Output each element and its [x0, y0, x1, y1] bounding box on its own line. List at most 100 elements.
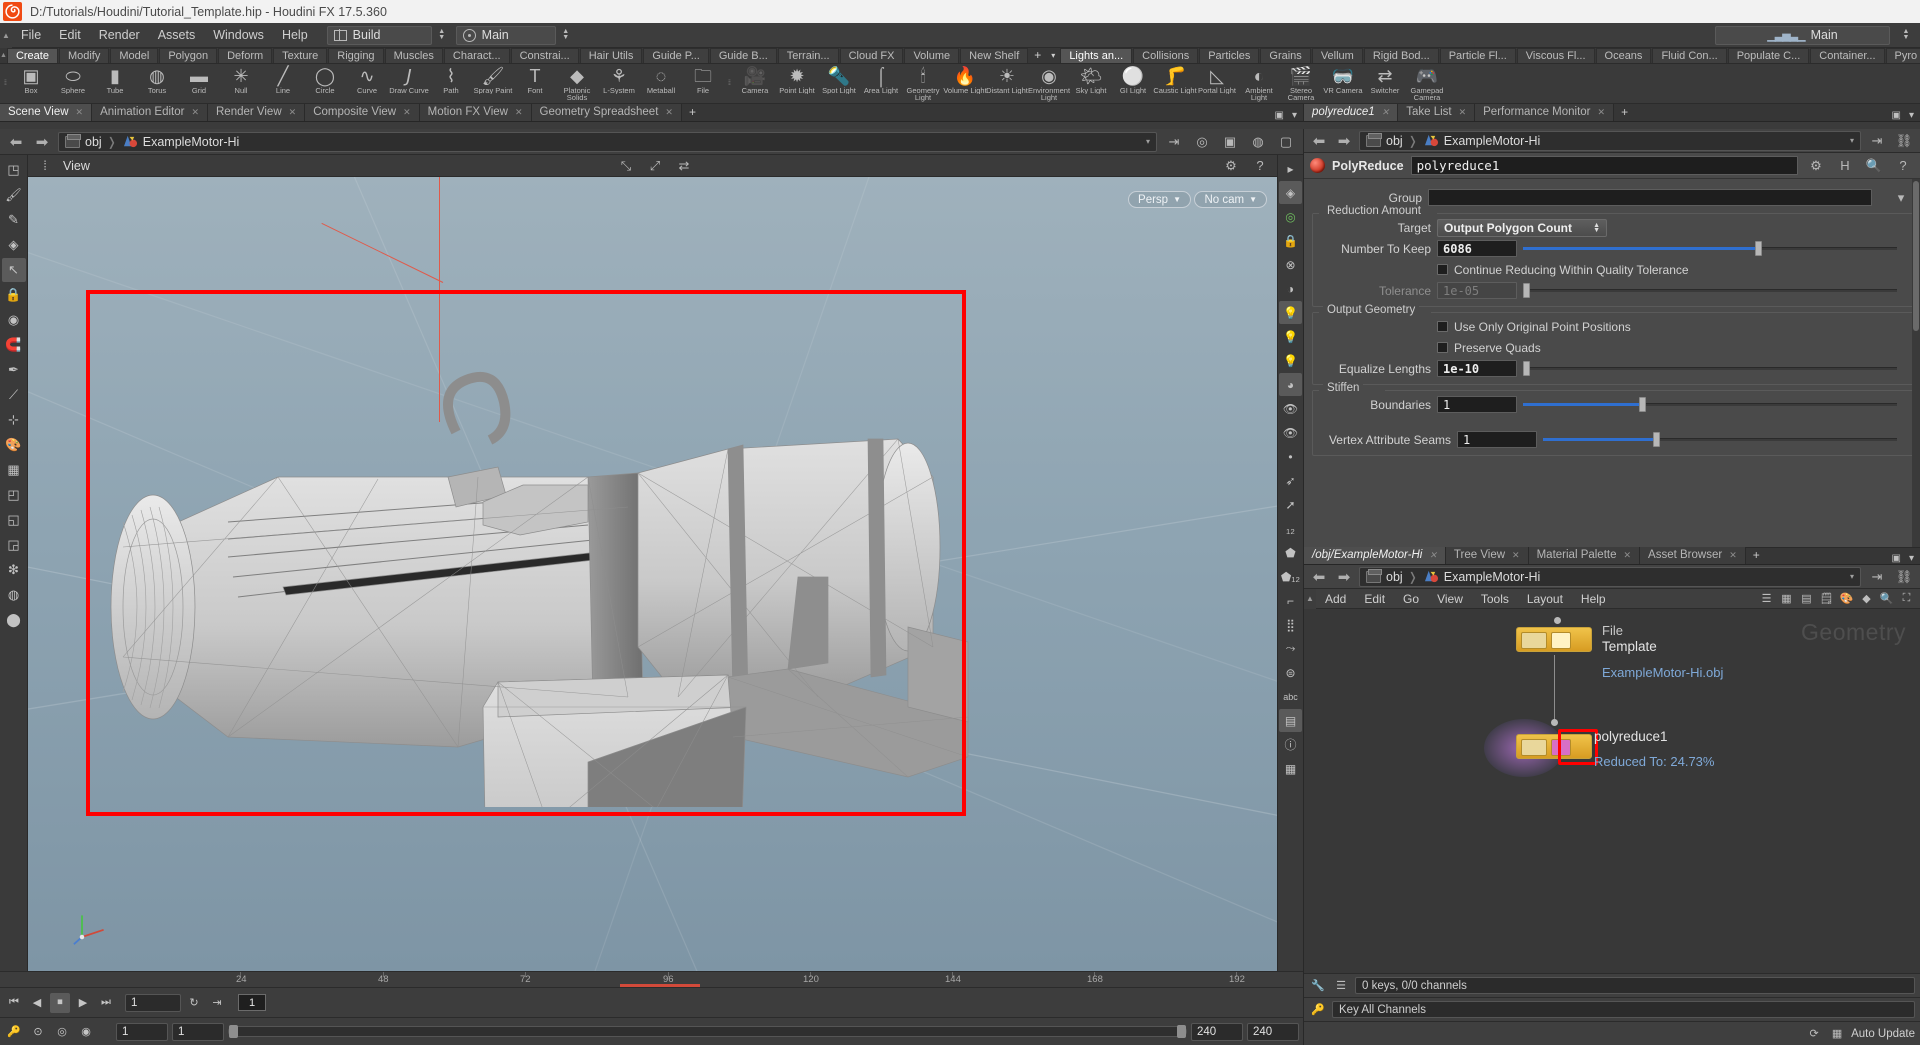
net-shape-icon[interactable]: ◆: [1858, 591, 1875, 607]
auto-key-button[interactable]: ⊙: [28, 1022, 48, 1042]
view-tool-icon[interactable]: ◳: [2, 158, 26, 182]
back-arrow-icon[interactable]: ⬅: [6, 132, 26, 152]
equalize-lengths-field[interactable]: 1e-10: [1437, 360, 1517, 377]
use-only-original-point-positions-checkbox[interactable]: [1437, 321, 1448, 332]
handle-lock-icon[interactable]: 🔒: [2, 283, 26, 307]
network-menu-layout[interactable]: Layout: [1518, 589, 1572, 609]
info-icon[interactable]: ⓘ: [1279, 733, 1302, 756]
shelf-tab-viscous-fl[interactable]: Viscous Fl...: [1516, 48, 1595, 63]
net-path-dropdown-icon[interactable]: ▾: [1850, 572, 1854, 581]
stop-button[interactable]: ⏹: [50, 992, 70, 1013]
viewport-persp-selector[interactable]: Persp ▼: [1128, 191, 1191, 208]
shelf-tool-sphere[interactable]: ⬭ Sphere: [52, 64, 94, 103]
shelf-tool-gamepad-camera[interactable]: 🎮 Gamepad Camera: [1406, 64, 1448, 103]
number-to-keep-field[interactable]: 6086: [1437, 240, 1517, 257]
shelf-tab-create[interactable]: Create: [6, 48, 58, 63]
close-icon[interactable]: ✕: [289, 104, 297, 121]
shelf-tab-container[interactable]: Container...: [1810, 48, 1885, 63]
viewport-grip-icon[interactable]: ⁞: [34, 156, 56, 176]
shelf-tool-portal-light[interactable]: ◺ Portal Light: [1196, 64, 1238, 103]
group-field[interactable]: [1428, 189, 1872, 206]
point-numbers-icon[interactable]: ₁₂: [1279, 517, 1302, 540]
frame-indicator[interactable]: 1: [238, 994, 266, 1011]
material-preview-icon[interactable]: ◕: [1279, 373, 1302, 396]
pin-icon[interactable]: ⇥: [1163, 132, 1185, 152]
shelf-tool-grid[interactable]: ▬ Grid: [178, 64, 220, 103]
shelf-tab-model[interactable]: Model: [110, 48, 159, 63]
node-polyreduce-input-dot[interactable]: [1551, 719, 1558, 726]
pane-tab-render-view[interactable]: Render View ✕: [208, 104, 306, 121]
range-end-field[interactable]: 240: [1191, 1022, 1243, 1041]
bbox-display-icon[interactable]: ⌐: [1279, 589, 1302, 612]
close-icon[interactable]: ✕: [1429, 547, 1437, 564]
shelf-tool-caustic-light[interactable]: 🦵 Caustic Light: [1153, 64, 1196, 103]
main-spinner-icon[interactable]: ▲ ▼: [1898, 26, 1914, 45]
shelf-tab-terrain[interactable]: Terrain...: [777, 48, 839, 63]
global-end-field[interactable]: 240: [1247, 1022, 1299, 1041]
shelf-tool-spray-paint[interactable]: 🖌 Spray Paint: [472, 64, 514, 103]
parm-help-icon[interactable]: ?: [1892, 156, 1914, 176]
pane-tab-composite-view[interactable]: Composite View ✕: [305, 104, 420, 121]
menu-render[interactable]: Render: [90, 23, 149, 48]
network-menu-tools[interactable]: Tools: [1472, 589, 1518, 609]
parm-link-icon[interactable]: ⛓: [1893, 131, 1915, 151]
parm-path-dropdown-icon[interactable]: ▾: [1850, 136, 1854, 145]
forward-arrow-icon[interactable]: ➡: [32, 132, 52, 152]
magnet-icon[interactable]: 🧲: [2, 333, 26, 357]
parm-pane-menu-icon[interactable]: ▾: [1909, 110, 1914, 121]
breadcrumb-obj[interactable]: obj ❭: [65, 133, 117, 149]
pane-tab-add-button[interactable]: +: [1746, 547, 1767, 564]
display-mask-icon[interactable]: 👁: [1279, 421, 1302, 444]
parm-breadcrumb-obj[interactable]: obj ❭: [1366, 132, 1418, 148]
menu-edit[interactable]: Edit: [50, 23, 90, 48]
shelf-tool-path[interactable]: ⌇ Path: [430, 64, 472, 103]
shelf-tab-collisions[interactable]: Collisions: [1133, 48, 1199, 63]
close-icon[interactable]: ✕: [1729, 547, 1737, 564]
parm-back-arrow-icon[interactable]: ⬅: [1309, 131, 1329, 151]
shelf-tab-rigging[interactable]: Rigging: [328, 48, 384, 63]
uv-edit-icon[interactable]: ◰: [2, 483, 26, 507]
viewport-layout-icon[interactable]: ▢: [1275, 132, 1297, 152]
number-to-keep-slider[interactable]: [1523, 240, 1897, 257]
timeline-ruler[interactable]: 24 48 72 96 120 144 168 192 216: [0, 971, 1303, 987]
shelf-tab-cloud-fx[interactable]: Cloud FX: [839, 48, 904, 63]
shelf-tool-spot-light[interactable]: 🔦 Spot Light: [818, 64, 860, 103]
pane-tab-polyreduce1[interactable]: polyreduce1 ✕: [1304, 104, 1399, 121]
parm-pin-icon[interactable]: ⇥: [1866, 131, 1888, 151]
shelf-tab-polygon[interactable]: Polygon: [159, 48, 218, 63]
bake-icon[interactable]: ⬤: [2, 608, 26, 632]
headlight-icon[interactable]: ◑: [1279, 277, 1302, 300]
dots-display-icon[interactable]: ⣿: [1279, 613, 1302, 636]
scope-button[interactable]: ◎: [52, 1022, 72, 1042]
high-quality-light-icon[interactable]: 💡: [1279, 325, 1302, 348]
range-handle-left[interactable]: [229, 1025, 238, 1038]
transform-icon[interactable]: ⇄: [673, 156, 695, 176]
net-pin-icon[interactable]: ⇥: [1866, 567, 1888, 587]
shelf-tab-new-shelf[interactable]: New Shelf: [960, 48, 1029, 63]
loop-button[interactable]: ↻: [184, 993, 204, 1013]
pane-tab-asset-browser[interactable]: Asset Browser ✕: [1640, 547, 1746, 564]
shelf-tool-stereo-camera[interactable]: 🎬 Stereo Camera: [1280, 64, 1322, 103]
close-icon[interactable]: ✕: [515, 104, 523, 121]
shelf-tool-point-light[interactable]: ✹ Point Light: [776, 64, 818, 103]
net-grid-view-icon[interactable]: ▦: [1778, 591, 1795, 607]
parameter-scrollbar[interactable]: [1912, 179, 1920, 547]
network-path-field[interactable]: obj ❭ ExampleMotor-Hi ▾: [1359, 566, 1861, 587]
measure-icon[interactable]: ⟋: [2, 383, 26, 407]
display-shading-icon[interactable]: ◈: [1279, 181, 1302, 204]
origin-display-icon[interactable]: ⤳: [1279, 637, 1302, 660]
close-icon[interactable]: ✕: [1512, 547, 1520, 564]
grid-toggle-icon[interactable]: ▦: [1279, 757, 1302, 780]
network-menu-add[interactable]: Add: [1316, 589, 1355, 609]
shelf-tool-circle[interactable]: ◯ Circle: [304, 64, 346, 103]
capture-icon[interactable]: ❇: [2, 558, 26, 582]
pane-tab-performance-monitor[interactable]: Performance Monitor ✕: [1475, 104, 1615, 121]
jump-end-button[interactable]: ⏭: [96, 993, 116, 1013]
shelf-tool-font[interactable]: T Font: [514, 64, 556, 103]
boundaries-slider[interactable]: [1523, 396, 1897, 413]
weight-paint-icon[interactable]: ◍: [2, 583, 26, 607]
node-file[interactable]: [1516, 617, 1592, 652]
abc-display-icon[interactable]: abc: [1279, 685, 1302, 708]
shelf-tab-fluid-con[interactable]: Fluid Con...: [1652, 48, 1727, 63]
main-status-pill[interactable]: ▁▃▅▃▁ Main: [1715, 25, 1890, 45]
